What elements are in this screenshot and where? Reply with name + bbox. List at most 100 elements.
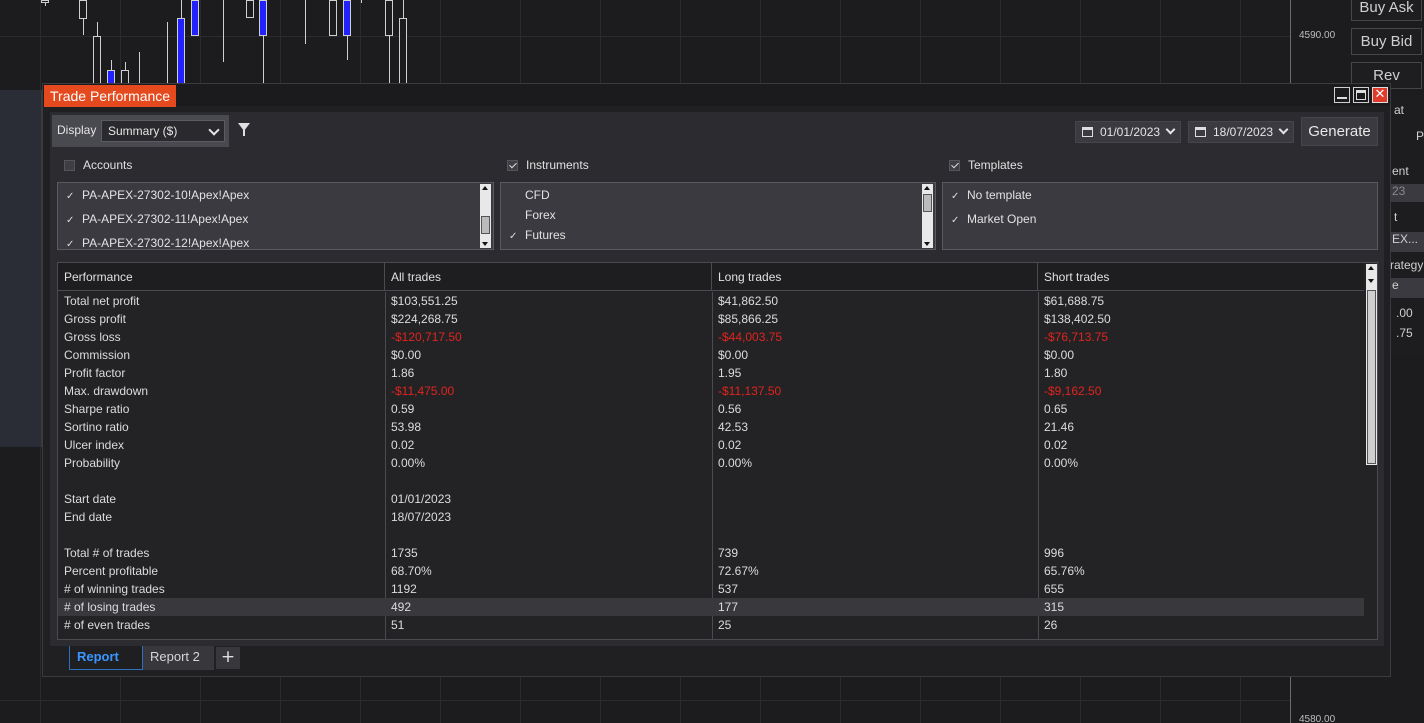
minimize-icon[interactable] (1334, 87, 1350, 103)
trade-performance-window: Trade Performance ✕ Display Summary ($) … (42, 83, 1391, 677)
close-icon[interactable]: ✕ (1372, 87, 1388, 103)
table-row[interactable]: Commission $0.00 $0.00 $0.00 (58, 346, 1364, 364)
date-to-picker[interactable]: 18/07/2023 (1188, 121, 1294, 143)
scroll-down-icon[interactable] (1368, 279, 1374, 283)
metric-value: -$11,475.00 (391, 384, 455, 398)
metric-value: $0.00 (391, 348, 422, 362)
price-label: 4590.00 (1299, 30, 1336, 41)
metric-value (1038, 472, 1364, 490)
scroll-up-icon[interactable] (1368, 266, 1374, 270)
display-group: Display Summary ($) (52, 115, 229, 147)
templates-checkbox[interactable] (949, 160, 960, 171)
table-row[interactable]: End date 18/07/2023 (58, 508, 1364, 526)
display-select[interactable]: Summary ($) (101, 120, 225, 142)
list-item[interactable]: ✓ PA-APEX-27302-10!Apex!Apex (66, 188, 249, 202)
table-row[interactable]: Sharpe ratio 0.59 0.56 0.65 (58, 400, 1364, 418)
tab-report-2[interactable]: Report 2 (143, 646, 214, 670)
scrollbar[interactable] (922, 184, 933, 248)
metric-value (712, 490, 1038, 508)
instruments-checkbox[interactable] (507, 160, 518, 171)
table-row[interactable]: # of winning trades 1192 537 655 (58, 580, 1364, 598)
table-row[interactable]: Sortino ratio 53.98 42.53 21.46 (58, 418, 1364, 436)
list-item[interactable]: ✓ PA-APEX-27302-12!Apex!Apex (66, 236, 249, 249)
chevron-down-icon (1278, 124, 1289, 135)
table-row[interactable]: # of losing trades 492 177 315 (58, 598, 1364, 616)
list-item[interactable]: ✓ PA-APEX-27302-11!Apex!Apex (66, 212, 248, 226)
metric-label: Gross loss (64, 330, 121, 344)
scrollbar[interactable] (480, 184, 491, 248)
table-row[interactable]: Gross profit $224,268.75 $85,866.25 $138,40… (58, 310, 1364, 328)
table-row[interactable] (58, 472, 1364, 490)
date-from-picker[interactable]: 01/01/2023 (1075, 121, 1181, 143)
metric-value: $0.00 (718, 348, 749, 362)
metric-value: $103,551.25 (391, 294, 458, 308)
buy-bid-button[interactable]: Buy Bid (1351, 28, 1422, 55)
peek-field[interactable]: e (1390, 278, 1424, 298)
scroll-up-icon[interactable] (482, 186, 488, 190)
metric-value: 0.00% (718, 456, 753, 470)
table-row[interactable]: Start date 01/01/2023 (58, 490, 1364, 508)
metric-label: Ulcer index (64, 438, 125, 452)
metric-value: 42.53 (718, 420, 749, 434)
metric-value: $138,402.50 (1044, 312, 1111, 326)
column-header[interactable]: Long trades (712, 263, 1038, 291)
buy-ask-button[interactable]: Buy Ask (1351, 0, 1422, 21)
peek-field[interactable]: EX... (1390, 232, 1424, 252)
table-row[interactable]: Total net profit $103,551.25 $41,862.50 $61… (58, 292, 1364, 310)
check-icon: ✓ (66, 191, 75, 202)
table-row[interactable]: Ulcer index 0.02 0.02 0.02 (58, 436, 1364, 454)
column-header[interactable]: Short trades (1038, 263, 1364, 291)
generate-button[interactable]: Generate (1301, 117, 1378, 146)
scroll-down-icon[interactable] (482, 242, 488, 246)
table-row[interactable]: Gross loss -$120,717.50 -$44,003.75 -$76,71… (58, 328, 1364, 346)
accounts-checkbox[interactable] (64, 160, 75, 171)
column-header[interactable]: Performance (58, 263, 385, 291)
scroll-thumb[interactable] (923, 194, 932, 212)
metric-label: Start date (64, 492, 117, 506)
chevron-down-icon (208, 124, 220, 136)
scroll-thumb[interactable] (481, 216, 490, 234)
instruments-list[interactable]: CFD Forex ✓ Futures (500, 182, 936, 250)
table-row[interactable] (58, 526, 1364, 544)
templates-list[interactable]: ✓ No template ✓ Market Open (942, 182, 1378, 250)
scroll-up-icon[interactable] (924, 186, 930, 190)
metric-label: Commission (64, 348, 131, 362)
metric-value: 01/01/2023 (391, 492, 452, 506)
metric-label: Max. drawdown (64, 384, 149, 398)
scroll-down-icon[interactable] (924, 242, 930, 246)
scrollbar[interactable] (1366, 264, 1377, 465)
table-row[interactable]: Probability 0.00% 0.00% 0.00% (58, 454, 1364, 472)
metric-value: -$11,137.50 (718, 384, 782, 398)
table-row[interactable]: Total # of trades 1735 739 996 (58, 544, 1364, 562)
metric-value (385, 472, 712, 490)
table-row[interactable]: # of even trades 51 25 26 (58, 616, 1364, 634)
metric-value (385, 526, 712, 544)
chart-side-panel (0, 90, 42, 447)
list-item[interactable]: ✓ Market Open (951, 212, 1036, 226)
metric-value: 0.02 (1044, 438, 1068, 452)
accounts-list[interactable]: ✓ PA-APEX-27302-10!Apex!Apex ✓ PA-APEX-273… (57, 182, 494, 250)
table-row[interactable]: Percent profitable 68.70% 72.67% 65.76% (58, 562, 1364, 580)
table-row[interactable]: Profit factor 1.86 1.95 1.80 (58, 364, 1364, 382)
metric-value: 0.65 (1044, 402, 1068, 416)
table-row[interactable]: Max. drawdown -$11,475.00 -$11,137.50 -$9,1… (58, 382, 1364, 400)
check-icon: ✓ (66, 215, 75, 226)
list-item[interactable]: Forex (509, 208, 556, 222)
column-header[interactable]: All trades (385, 263, 712, 291)
peek-field[interactable]: 23 (1390, 184, 1424, 202)
list-item[interactable]: ✓ Futures (509, 228, 566, 242)
window-titlebar[interactable]: Trade Performance ✕ (43, 84, 1390, 107)
add-tab-button[interactable]: + (216, 647, 240, 669)
list-item[interactable]: CFD (509, 188, 550, 202)
metric-value: 1192 (391, 582, 417, 596)
scroll-thumb[interactable] (1367, 290, 1376, 464)
metric-value: $61,688.75 (1044, 294, 1105, 308)
maximize-icon[interactable] (1353, 87, 1369, 103)
check-icon: ✓ (951, 191, 960, 202)
metric-label (58, 526, 385, 544)
report-content: Display Summary ($) 01/01/2023 18/07/202… (50, 112, 1384, 646)
list-item[interactable]: ✓ No template (951, 188, 1032, 202)
metric-value: 26 (1044, 618, 1058, 632)
metric-label: Probability (64, 456, 121, 470)
tab-report[interactable]: Report (69, 646, 143, 670)
